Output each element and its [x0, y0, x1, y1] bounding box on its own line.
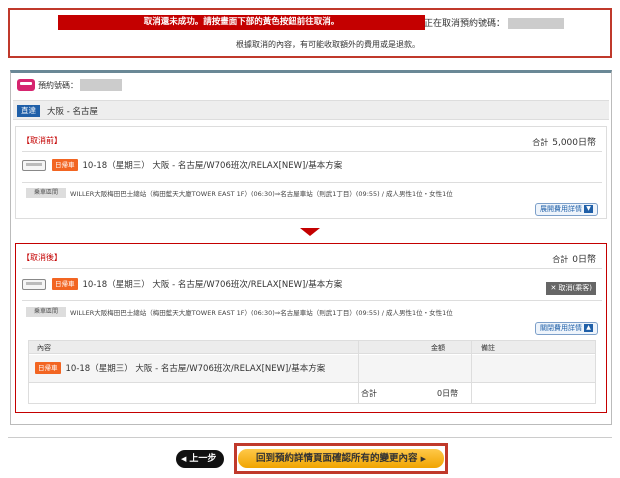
confirm-changes-button[interactable]: 回到預約詳情頁面確認所有的變更內容 ▶: [238, 449, 444, 468]
reservation-number-row: 預約號碼：: [17, 79, 122, 95]
column-divider: [358, 341, 359, 403]
reservation-number-mask: [508, 18, 565, 29]
divider: [22, 151, 602, 152]
trip-row: 日帰車 10-18（星期三） 大阪 - 名古屋/W706班次/RELAX[NEW]…: [22, 159, 342, 175]
trip-detail-row: 乗車區間 WILLER大阪梅田巴士總站（梅田藍天大廈TOWER EAST 1F）(…: [26, 307, 453, 317]
reservation-number-label: 預約號碼：: [38, 80, 78, 90]
col-amount: 金額: [431, 344, 445, 352]
day-trip-badge: 日帰車: [52, 278, 78, 290]
after-cancel-title: 【取消後】: [22, 253, 62, 262]
before-cancel-section: 【取消前】 合計 5,000日幣 日帰車 10-18（星期三） 大阪 - 名古屋/W…: [15, 126, 607, 219]
expand-fee-details-label: 展開費用詳情: [540, 205, 582, 213]
alert-box: 取消還未成功。請按畫面下部的黃色按鈕前往取消。 正在取消預約號碼： 根據取消的內…: [8, 8, 612, 58]
divider: [22, 268, 602, 269]
divider: [22, 182, 602, 183]
arrow-right-icon: ▶: [420, 455, 426, 463]
cancelling-label-text: 正在取消預約號碼：: [424, 19, 506, 29]
collapse-fee-details-button[interactable]: 關閉費用詳情 ▲: [535, 322, 598, 335]
table-total-row: 合計 0日幣: [29, 384, 595, 403]
day-trip-badge: 日帰車: [35, 362, 61, 374]
bus-logo-icon: [17, 79, 35, 91]
confirm-button-label: 回到預約詳情頁面確認所有的變更內容: [256, 453, 418, 464]
after-cancel-section: 【取消後】 合計 0日幣 日帰車 10-18（星期三） 大阪 - 名古屋/W706班…: [15, 243, 607, 413]
trip-detail: WILLER大阪梅田巴士總站（梅田藍天大廈TOWER EAST 1F）(06:3…: [70, 309, 453, 317]
after-total: 合計 0日幣: [552, 252, 596, 265]
total-label: 合計: [552, 255, 569, 264]
collapse-fee-details-label: 關閉費用詳情: [540, 324, 582, 332]
col-note: 備註: [481, 344, 495, 352]
table-header: 內容 金額 備註: [29, 341, 595, 354]
trip-row: 日帰車 10-18（星期三） 大阪 - 名古屋/W706班次/RELAX[NEW]…: [22, 278, 342, 294]
route-name: 大阪 - 名古屋: [47, 107, 98, 117]
table-row: 日帰車 10-18（星期三） 大阪 - 名古屋/W706班次/RELAX[NEW]…: [29, 355, 595, 383]
direct-badge: 直達: [17, 105, 40, 117]
arrow-down-icon: [300, 228, 320, 236]
chevron-down-icon: ▼: [584, 205, 593, 213]
route-bar: 直達 大阪 - 名古屋: [13, 100, 609, 120]
divider: [8, 437, 612, 438]
trip-detail: WILLER大阪梅田巴士總站（梅田藍天大廈TOWER EAST 1F）(06:3…: [70, 190, 453, 198]
chevron-up-icon: ▲: [584, 324, 593, 332]
table-row-content: 日帰車 10-18（星期三） 大阪 - 名古屋/W706班次/RELAX[NEW]…: [35, 362, 325, 374]
cancelling-reservation-label: 正在取消預約號碼：: [424, 16, 565, 29]
before-cancel-title: 【取消前】: [22, 136, 62, 145]
cancel-passenger-tag: ✕ 取消(乘客): [546, 282, 596, 295]
fee-detail-table: 內容 金額 備註 日帰車 10-18（星期三） 大阪 - 名古屋/W706班次/R…: [28, 340, 596, 404]
trip-description: 10-18（星期三） 大阪 - 名古屋/W706班次/RELAX[NEW]/基本…: [82, 280, 343, 290]
boarding-section-badge: 乗車區間: [26, 188, 66, 198]
reservation-number-mask: [80, 79, 122, 91]
expand-fee-details-button[interactable]: 展開費用詳情 ▼: [535, 203, 598, 216]
boarding-section-badge: 乗車區間: [26, 307, 66, 317]
col-content: 內容: [37, 344, 51, 352]
trip-detail-row: 乗車區間 WILLER大阪梅田巴士總站（梅田藍天大廈TOWER EAST 1F）(…: [26, 188, 453, 198]
bus-icon: [22, 278, 46, 290]
back-button-label: 上一步: [189, 454, 217, 464]
arrow-left-icon: ◀: [181, 455, 187, 463]
trip-description: 10-18（星期三） 大阪 - 名古屋/W706班次/RELAX[NEW]/基本…: [65, 364, 326, 374]
total-label: 合計: [532, 138, 549, 147]
trip-description: 10-18（星期三） 大阪 - 名古屋/W706班次/RELAX[NEW]/基本…: [82, 161, 343, 171]
alert-sub-message: 根據取消的內容，有可能收取額外的費用或是退款。: [236, 40, 420, 49]
day-trip-badge: 日帰車: [52, 159, 78, 171]
table-total-value: 0日幣: [437, 389, 459, 398]
table-total-label: 合計: [361, 389, 377, 398]
back-button[interactable]: ◀ 上一步: [176, 450, 225, 468]
before-total: 合計 5,000日幣: [532, 135, 596, 148]
total-value: 0日幣: [572, 255, 596, 265]
reservation-panel: 預約號碼： 直達 大阪 - 名古屋 【取消前】 合計 5,000日幣 日帰車 10-…: [10, 70, 612, 425]
column-divider: [471, 341, 472, 403]
divider: [22, 300, 602, 301]
total-value: 5,000日幣: [552, 138, 596, 148]
bus-icon: [22, 159, 46, 171]
alert-message: 取消還未成功。請按畫面下部的黃色按鈕前往取消。: [58, 15, 425, 30]
